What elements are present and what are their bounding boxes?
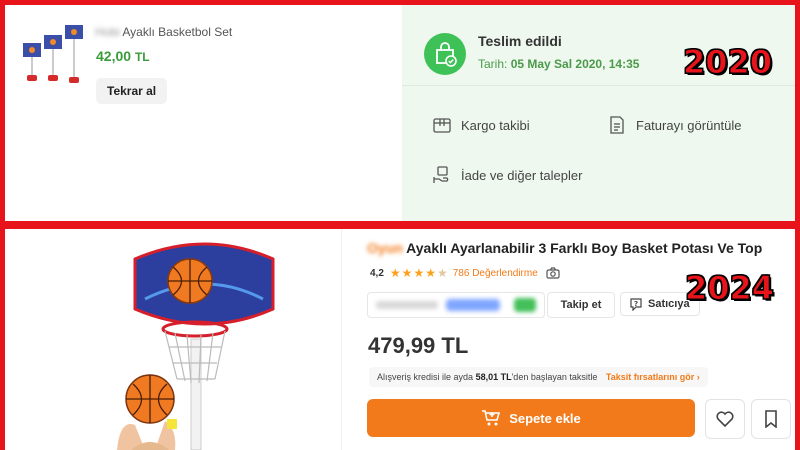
view-invoice-link[interactable]: Faturayı görüntüle <box>607 115 742 135</box>
follow-button[interactable]: Takip et <box>547 292 615 318</box>
cart-plus-icon <box>482 410 501 426</box>
seller-info-box[interactable] <box>367 292 545 318</box>
installment-suffix: 'den başlayan taksitle <box>511 372 598 382</box>
star-icon: ★ <box>425 266 436 280</box>
product-title: Oyun Ayaklı Ayarlanabilir 3 Farklı Boy B… <box>367 240 762 256</box>
installment-banner: Alışveriş kredisi ile ayda 58,01 TL'den … <box>369 367 708 387</box>
installment-offers-link[interactable]: Taksit fırsatlarını gör › <box>606 372 700 382</box>
view-invoice-label: Faturayı görüntüle <box>636 117 742 133</box>
seller-badge-blurred <box>446 299 500 311</box>
basketball-hoop-illustration <box>117 242 275 450</box>
product-brand: Hobi <box>95 25 120 39</box>
returns-label: İade ve diğer talepler <box>461 167 583 183</box>
star-icon: ★ <box>413 266 425 280</box>
product-price: 42,00 TL <box>96 48 150 64</box>
favorite-button[interactable] <box>705 399 745 439</box>
question-chat-icon: ? <box>630 298 642 311</box>
price-amount: 42,00 <box>96 48 132 64</box>
product-price: 479,99 TL <box>368 333 469 358</box>
delivery-date: Tarih: 05 May Sal 2020, 14:35 <box>478 57 639 71</box>
cargo-tracking-link[interactable]: Kargo takibi <box>432 115 530 135</box>
seller-name-blurred <box>376 301 438 309</box>
package-icon <box>433 118 451 133</box>
delivered-package-icon <box>424 33 466 75</box>
returns-link[interactable]: İade ve diğer talepler <box>432 165 582 185</box>
star-icon: ★ <box>389 266 401 280</box>
camera-icon[interactable] <box>546 267 560 279</box>
invoice-icon <box>610 116 624 134</box>
price-currency: TL <box>134 50 150 64</box>
product-name[interactable]: Hobi Ayaklı Basketbol Set <box>95 25 232 39</box>
rating-row: 4,2 ★ ★ ★ ★ ★ 786 Değerlendirme <box>370 266 560 280</box>
svg-text:?: ? <box>634 300 638 308</box>
divider <box>402 85 795 86</box>
add-to-cart-button[interactable]: Sepete ekle <box>367 399 695 437</box>
product-name-text: Ayaklı Basketbol Set <box>122 25 233 39</box>
installment-prefix: Alışveriş kredisi ile ayda <box>377 372 474 382</box>
cargo-tracking-label: Kargo takibi <box>461 117 530 133</box>
ask-seller-label: Satıcıya <box>648 298 690 310</box>
seller-score-blurred <box>514 298 536 312</box>
add-to-cart-label: Sepete ekle <box>509 410 581 426</box>
return-hand-icon <box>433 166 449 183</box>
rating-value: 4,2 <box>370 267 384 279</box>
heart-icon <box>716 411 734 428</box>
delivery-date-value: 05 May Sal 2020, 14:35 <box>510 57 640 71</box>
delivery-status: Teslim edildi <box>478 33 562 49</box>
star-icon: ★ <box>401 266 413 280</box>
star-icon: ★ <box>436 266 448 280</box>
product-2024-panel: Oyun Ayaklı Ayarlanabilir 3 Farklı Boy B… <box>5 229 795 450</box>
delivery-box: Teslim edildi Tarih: 05 May Sal 2020, 14… <box>402 5 795 221</box>
installment-amount: 58,01 TL <box>475 372 512 382</box>
bookmark-button[interactable] <box>751 399 791 439</box>
product-title-text: Ayaklı Ayarlanabilir 3 Farklı Boy Basket… <box>406 240 763 256</box>
product-image[interactable] <box>5 229 342 450</box>
order-2020-panel: Hobi Ayaklı Basketbol Set 42,00 TL Tekra… <box>5 5 795 221</box>
reorder-button[interactable]: Tekrar al <box>96 78 168 104</box>
delivery-date-label: Tarih: <box>478 57 508 71</box>
review-count-link[interactable]: 786 Değerlendirme <box>453 268 538 279</box>
bookmark-icon <box>765 410 777 428</box>
product-thumbnail[interactable] <box>23 23 85 87</box>
year-stamp-2024: 2024 <box>684 269 775 308</box>
product-brand: Oyun <box>367 240 403 256</box>
year-stamp-2020: 2020 <box>682 43 773 82</box>
